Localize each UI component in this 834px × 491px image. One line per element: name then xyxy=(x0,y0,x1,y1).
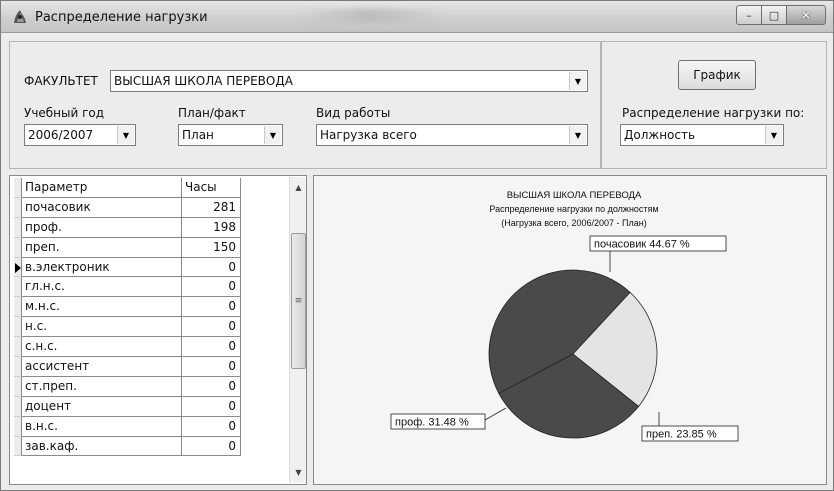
row-indicator xyxy=(14,337,22,358)
cell-param[interactable]: доцент xyxy=(22,396,182,417)
cell-param[interactable]: в.электроник xyxy=(22,257,182,278)
cell-param[interactable]: с.н.с. xyxy=(22,337,182,358)
cell-hours[interactable]: 0 xyxy=(182,337,241,358)
row-indicator xyxy=(14,376,22,397)
cell-hours[interactable]: 150 xyxy=(182,237,241,258)
faculty-value: ВЫСШАЯ ШКОЛА ПЕРЕВОДА xyxy=(114,74,293,88)
distribution-value: Должность xyxy=(624,128,696,142)
cell-hours[interactable]: 281 xyxy=(182,197,241,218)
chevron-down-icon[interactable]: ▼ xyxy=(765,126,782,144)
chevron-down-icon[interactable]: ▼ xyxy=(264,126,281,144)
slice-leader-line xyxy=(484,407,507,421)
row-indicator xyxy=(14,178,22,198)
year-label: Учебный год xyxy=(24,106,105,120)
chart-options-panel: График Распределение нагрузки по: Должно… xyxy=(601,41,827,169)
plan-select[interactable]: План ▼ xyxy=(178,124,283,146)
work-type-value: Нагрузка всего xyxy=(320,128,417,142)
row-indicator xyxy=(14,277,22,298)
slice-label: проф. 31.48 % xyxy=(395,417,469,429)
cell-hours[interactable]: 0 xyxy=(182,297,241,318)
row-indicator xyxy=(14,436,22,457)
grid-scrollbar[interactable]: ▲ ≡ ▼ xyxy=(289,177,306,483)
title-bar-blur xyxy=(301,9,441,23)
distribution-select[interactable]: Должность ▼ xyxy=(620,124,784,146)
maximize-button[interactable]: □ xyxy=(761,5,787,25)
row-indicator xyxy=(14,297,22,318)
cell-param[interactable]: проф. xyxy=(22,217,182,238)
row-indicator xyxy=(14,317,22,338)
chart-subtitle-2: (Нагрузка всего, 2006/2007 - План) xyxy=(501,218,646,228)
column-header-hours[interactable]: Часы xyxy=(182,178,241,198)
cell-hours[interactable]: 0 xyxy=(182,416,241,437)
chevron-down-icon[interactable]: ▼ xyxy=(117,126,134,144)
faculty-select[interactable]: ВЫСШАЯ ШКОЛА ПЕРЕВОДА ▼ xyxy=(110,70,588,92)
pie-chart: ВЫСШАЯ ШКОЛА ПЕРЕВОДА Распределение нагр… xyxy=(390,190,739,442)
cell-param[interactable]: преп. xyxy=(22,237,182,258)
slice-label: преп. 23.85 % xyxy=(646,429,717,441)
cell-hours[interactable]: 0 xyxy=(182,317,241,338)
distribution-label: Распределение нагрузки по: xyxy=(622,106,805,120)
cell-hours[interactable]: 0 xyxy=(182,376,241,397)
cell-hours[interactable]: 0 xyxy=(182,277,241,298)
scroll-down-icon[interactable]: ▼ xyxy=(290,464,307,481)
cell-param[interactable]: в.н.с. xyxy=(22,416,182,437)
scroll-up-icon[interactable]: ▲ xyxy=(290,179,307,196)
filter-panel: ФАКУЛЬТЕТ ВЫСШАЯ ШКОЛА ПЕРЕВОДА ▼ Учебны… xyxy=(9,41,601,169)
row-indicator xyxy=(14,396,22,417)
cell-hours[interactable]: 0 xyxy=(182,357,241,377)
row-indicator-current xyxy=(14,257,22,278)
chart-title: ВЫСШАЯ ШКОЛА ПЕРЕВОДА xyxy=(507,190,642,201)
chevron-down-icon[interactable]: ▼ xyxy=(569,72,586,90)
year-select[interactable]: 2006/2007 ▼ xyxy=(24,124,136,146)
cell-param[interactable]: гл.н.с. xyxy=(22,277,182,298)
work-type-label: Вид работы xyxy=(316,106,391,120)
close-button[interactable]: ✕ xyxy=(786,5,826,25)
app-icon xyxy=(14,10,26,23)
cell-hours[interactable]: 0 xyxy=(182,257,241,278)
title-bar[interactable]: Распределение нагрузки – □ ✕ xyxy=(1,1,833,33)
cell-param[interactable]: ассистент xyxy=(22,357,182,377)
plan-value: План xyxy=(182,128,214,142)
row-indicator xyxy=(14,357,22,377)
chart-subtitle: Распределение нагрузки по должностям xyxy=(489,204,658,214)
data-grid[interactable]: Параметр Часы почасовик 281 проф. 198 преп… xyxy=(9,175,307,485)
cell-hours[interactable]: 0 xyxy=(182,436,241,457)
cell-param[interactable]: н.с. xyxy=(22,317,182,338)
main-window: Распределение нагрузки – □ ✕ ФАКУЛЬТЕТ В… xyxy=(0,0,834,491)
cell-param[interactable]: почасовик xyxy=(22,197,182,218)
chevron-down-icon[interactable]: ▼ xyxy=(569,126,586,144)
minimize-button[interactable]: – xyxy=(736,5,762,25)
work-type-select[interactable]: Нагрузка всего ▼ xyxy=(316,124,588,146)
cell-hours[interactable]: 198 xyxy=(182,217,241,238)
column-header-param[interactable]: Параметр xyxy=(22,178,182,198)
row-indicator xyxy=(14,217,22,238)
cell-param[interactable]: м.н.с. xyxy=(22,297,182,318)
cell-hours[interactable]: 0 xyxy=(182,396,241,417)
slice-label: почасовик 44.67 % xyxy=(594,239,690,251)
year-value: 2006/2007 xyxy=(28,128,94,142)
cell-param[interactable]: зав.каф. xyxy=(22,436,182,457)
row-indicator xyxy=(14,197,22,218)
row-indicator xyxy=(14,237,22,258)
pie-chart-panel: ВЫСШАЯ ШКОЛА ПЕРЕВОДА Распределение нагр… xyxy=(313,175,827,485)
current-row-arrow-icon xyxy=(15,262,21,273)
scroll-thumb[interactable]: ≡ xyxy=(291,233,306,369)
faculty-label: ФАКУЛЬТЕТ xyxy=(24,74,98,88)
window-title: Распределение нагрузки xyxy=(35,10,208,25)
chart-button[interactable]: График xyxy=(678,60,756,90)
plan-label: План/факт xyxy=(178,106,246,120)
cell-param[interactable]: ст.преп. xyxy=(22,376,182,397)
row-indicator xyxy=(14,416,22,437)
